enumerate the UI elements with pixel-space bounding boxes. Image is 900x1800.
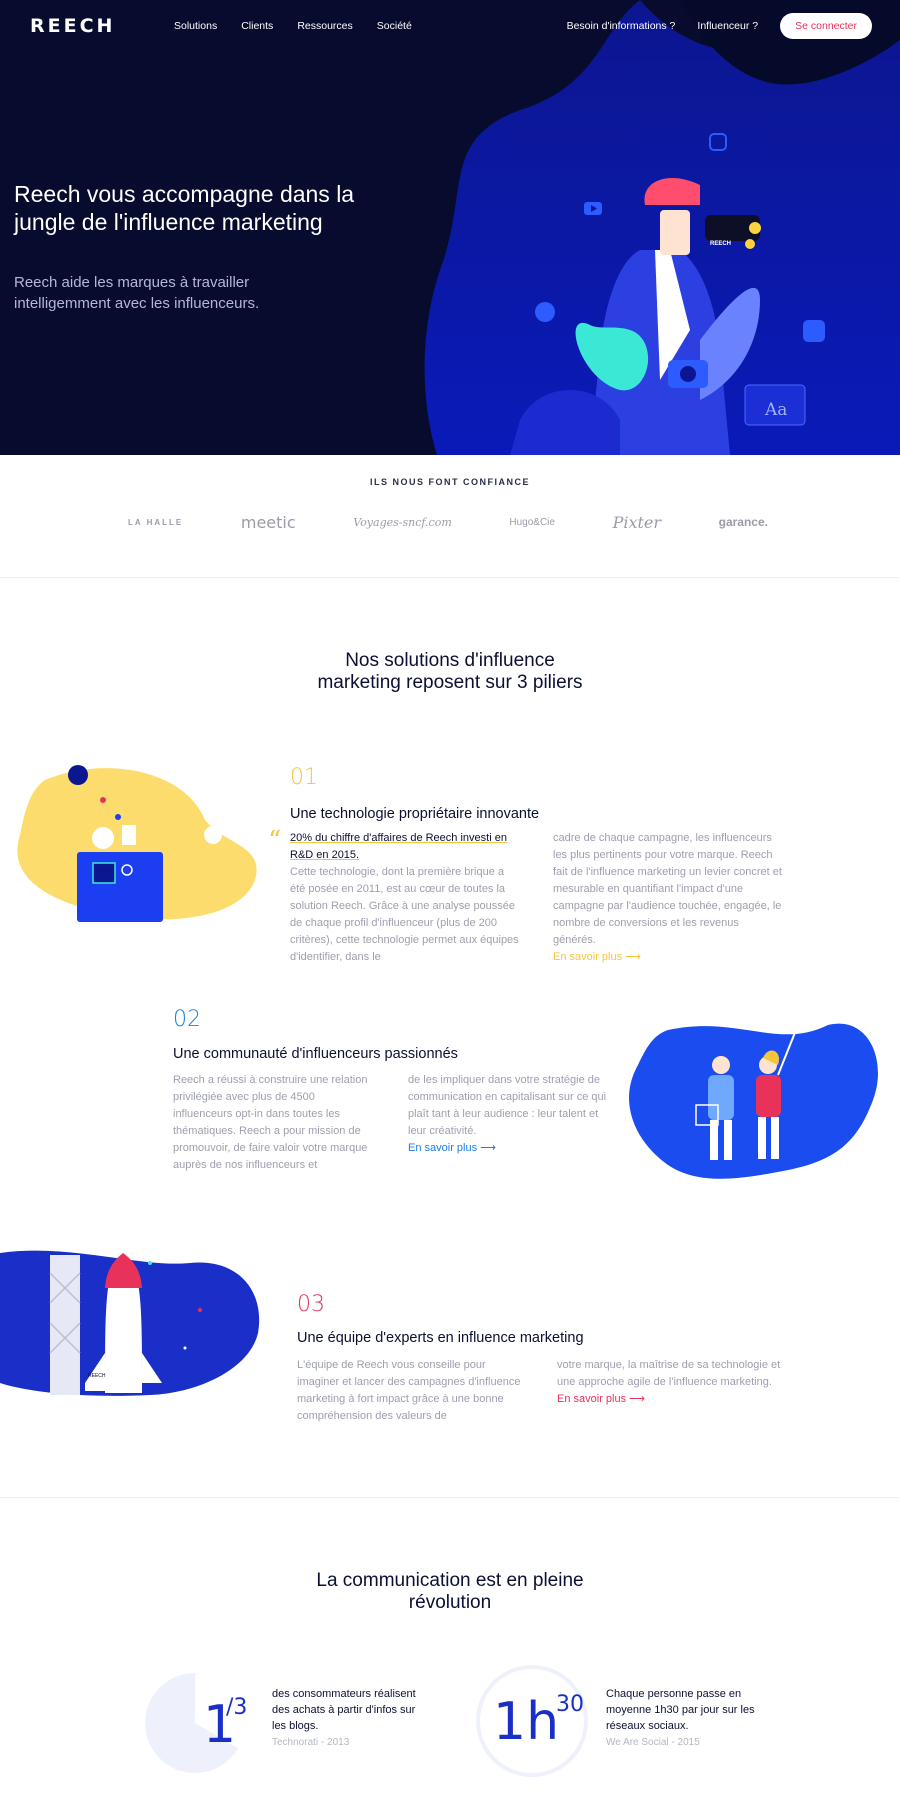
pillar-1-col-2: cadre de chaque campagne, les influenceu… (553, 830, 783, 966)
pillar-3-col-1: L'équipe de Reech vous conseille pour im… (297, 1357, 527, 1425)
pillar-2-title: Une communauté d'influenceurs passionnés (173, 1046, 458, 1062)
stats-title-line1: La communication est en pleine (316, 1570, 584, 1591)
pillar-2-text-1: Reech a réussi à construire une relation… (173, 1074, 368, 1171)
community-illustration (629, 1023, 878, 1179)
client-logo-voyages-sncf: Voyages-sncf.com (353, 515, 452, 529)
client-logo-lahalle: LA HALLE (128, 517, 184, 527)
pin-icon (535, 302, 555, 322)
nav-link-solutions[interactable]: Solutions (174, 20, 217, 32)
pillar-2-col-1: Reech a réussi à construire une relation… (173, 1072, 373, 1174)
stat-1-source: Technorati - 2013 (272, 1737, 350, 1748)
stats-title: La communication est en pleine révolutio… (0, 1570, 900, 1614)
pillar-3-more-link[interactable]: En savoir plus ⟶ (557, 1393, 645, 1405)
binocular-badge: REECH (710, 241, 731, 247)
pillar-1-title: Une technologie propriétaire innovante (290, 806, 540, 822)
solutions-title-line2: marketing reposent sur 3 piliers (317, 672, 583, 693)
pillar-3-col-2: votre marque, la maîtrise de sa technolo… (557, 1357, 787, 1408)
connect-button[interactable]: Se connecter (780, 13, 872, 39)
hero-title: Reech vous accompagne dans la jungle de … (14, 181, 355, 235)
stat-2-text: Chaque personne passe en moyenne 1h30 pa… (606, 1688, 755, 1732)
nav-link-info[interactable]: Besoin d'informations ? (567, 20, 676, 32)
hero-subtitle: Reech aide les marques à travailler inte… (14, 274, 260, 312)
pillar-1-number: 01 (290, 765, 318, 790)
pillar-3-text-2: votre marque, la maîtrise de sa technolo… (557, 1359, 781, 1388)
client-logos: LA HALLE meetic Voyages-sncf.com Hugo&Ci… (128, 507, 768, 537)
stat-1-text: des consommateurs réalisent des achats à… (272, 1688, 416, 1732)
nav-link-ressources[interactable]: Ressources (297, 20, 352, 32)
pillar-2-more-link[interactable]: En savoir plus ⟶ (408, 1142, 496, 1154)
pillar-3-number: 03 (297, 1292, 325, 1317)
technology-illustration (17, 765, 257, 922)
trust-title: ILS NOUS FONT CONFIANCE (370, 477, 530, 487)
solutions-title-line1: Nos solutions d'influence (345, 650, 555, 671)
client-logo-garance: garance. (718, 515, 768, 529)
hero-section: REECH Aa REECH Solutions Clients Ressour… (0, 0, 900, 455)
stat-2-superscript: 30 (556, 1692, 584, 1717)
stats-title-line2: révolution (408, 1592, 492, 1613)
snapchat-icon (803, 320, 825, 342)
pillar-1-text-2: cadre de chaque campagne, les influenceu… (553, 832, 782, 946)
pillar-1-col-1: 20% du chiffre d'affaires de Reech inves… (290, 830, 522, 966)
pillar-2-number: 02 (173, 1007, 201, 1032)
pillar-2-text-2: de les impliquer dans votre stratégie de… (408, 1074, 607, 1137)
pillar-1-highlight: 20% du chiffre d'affaires de Reech inves… (290, 832, 507, 861)
stat-2-source: We Are Social - 2015 (606, 1737, 700, 1748)
reech-logo[interactable]: REECH (30, 15, 115, 37)
solutions-title: Nos solutions d'influence marketing repo… (0, 650, 900, 694)
pillar-1-text-1: Cette technologie, dont la première briq… (290, 866, 519, 963)
pillar-1-more-link[interactable]: En savoir plus ⟶ (553, 951, 641, 963)
stat-2-number: 1h (493, 1692, 560, 1752)
stat-1-superscript: /3 (226, 1695, 248, 1720)
nav-right: Besoin d'informations ? Influenceur ? Se… (567, 13, 872, 39)
rocket-booster-label: REECH (88, 1373, 106, 1379)
pillar-3-text-1: L'équipe de Reech vous conseille pour im… (297, 1359, 521, 1422)
nav-links: Solutions Clients Ressources Société (174, 20, 436, 32)
nav-link-clients[interactable]: Clients (241, 20, 273, 32)
section-divider (0, 1497, 900, 1498)
client-logo-pixter: Pixter (612, 512, 662, 532)
nav-link-influencer[interactable]: Influenceur ? (697, 20, 758, 32)
pillar-2-col-2: de les impliquer dans votre stratégie de… (408, 1072, 608, 1157)
rocket-illustration: REECH (0, 1250, 260, 1396)
pillar-3-title: Une équipe d'experts en influence market… (297, 1330, 584, 1346)
font-sample-text: Aa (764, 400, 787, 420)
nav-link-societe[interactable]: Société (377, 20, 412, 32)
client-logo-meetic: meetic (240, 512, 296, 532)
client-logo-hugo-cie: Hugo&Cie (509, 516, 555, 528)
quote-icon: “ (268, 826, 282, 856)
trust-section: ILS NOUS FONT CONFIANCE LA HALLE meetic … (0, 455, 900, 578)
top-nav: REECH Solutions Clients Ressources Socié… (0, 0, 900, 52)
